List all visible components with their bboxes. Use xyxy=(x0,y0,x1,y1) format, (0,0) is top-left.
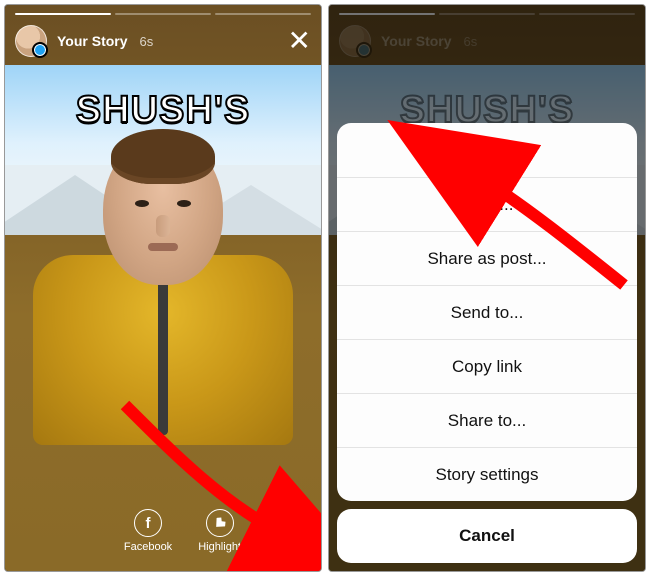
story-progress-bar xyxy=(15,13,311,15)
story-person xyxy=(33,125,293,445)
story-title: Your Story xyxy=(57,33,128,49)
facebook-button[interactable]: f Facebook xyxy=(124,509,172,553)
story-header: Your Story 6s ✕ xyxy=(15,21,311,61)
highlight-label: Highlight xyxy=(198,541,241,553)
facebook-label: Facebook xyxy=(124,541,172,553)
sheet-item-send-to[interactable]: Send to... xyxy=(337,285,637,339)
heart-icon xyxy=(206,509,234,537)
sheet-item-share-to[interactable]: Share to... xyxy=(337,393,637,447)
action-sheet: Delete Save... Share as post... Send to.… xyxy=(337,123,637,563)
story-age: 6s xyxy=(140,34,154,49)
close-button[interactable]: ✕ xyxy=(288,27,311,55)
highlight-button[interactable]: Highlight xyxy=(198,509,241,553)
action-sheet-group: Delete Save... Share as post... Send to.… xyxy=(337,123,637,501)
phone-action-sheet: SHUSH'S Your Story 6s f Facebook Highlig… xyxy=(328,4,646,572)
sheet-cancel-button[interactable]: Cancel xyxy=(337,509,637,563)
story-caption: SHUSH'S xyxy=(5,89,321,132)
more-icon xyxy=(272,509,300,537)
sheet-item-save[interactable]: Save... xyxy=(337,177,637,231)
sheet-item-copy-link[interactable]: Copy link xyxy=(337,339,637,393)
sheet-item-story-settings[interactable]: Story settings xyxy=(337,447,637,501)
facebook-icon: f xyxy=(134,509,162,537)
sheet-item-delete[interactable]: Delete xyxy=(337,123,637,177)
sheet-item-share-post[interactable]: Share as post... xyxy=(337,231,637,285)
more-button[interactable]: More xyxy=(267,509,305,553)
avatar[interactable] xyxy=(15,25,47,57)
more-label: More xyxy=(273,541,298,553)
story-footer: f Facebook Highlight More xyxy=(5,503,321,563)
phone-story-view: SHUSH'S Your Story 6s ✕ f Facebook Highl… xyxy=(4,4,322,572)
